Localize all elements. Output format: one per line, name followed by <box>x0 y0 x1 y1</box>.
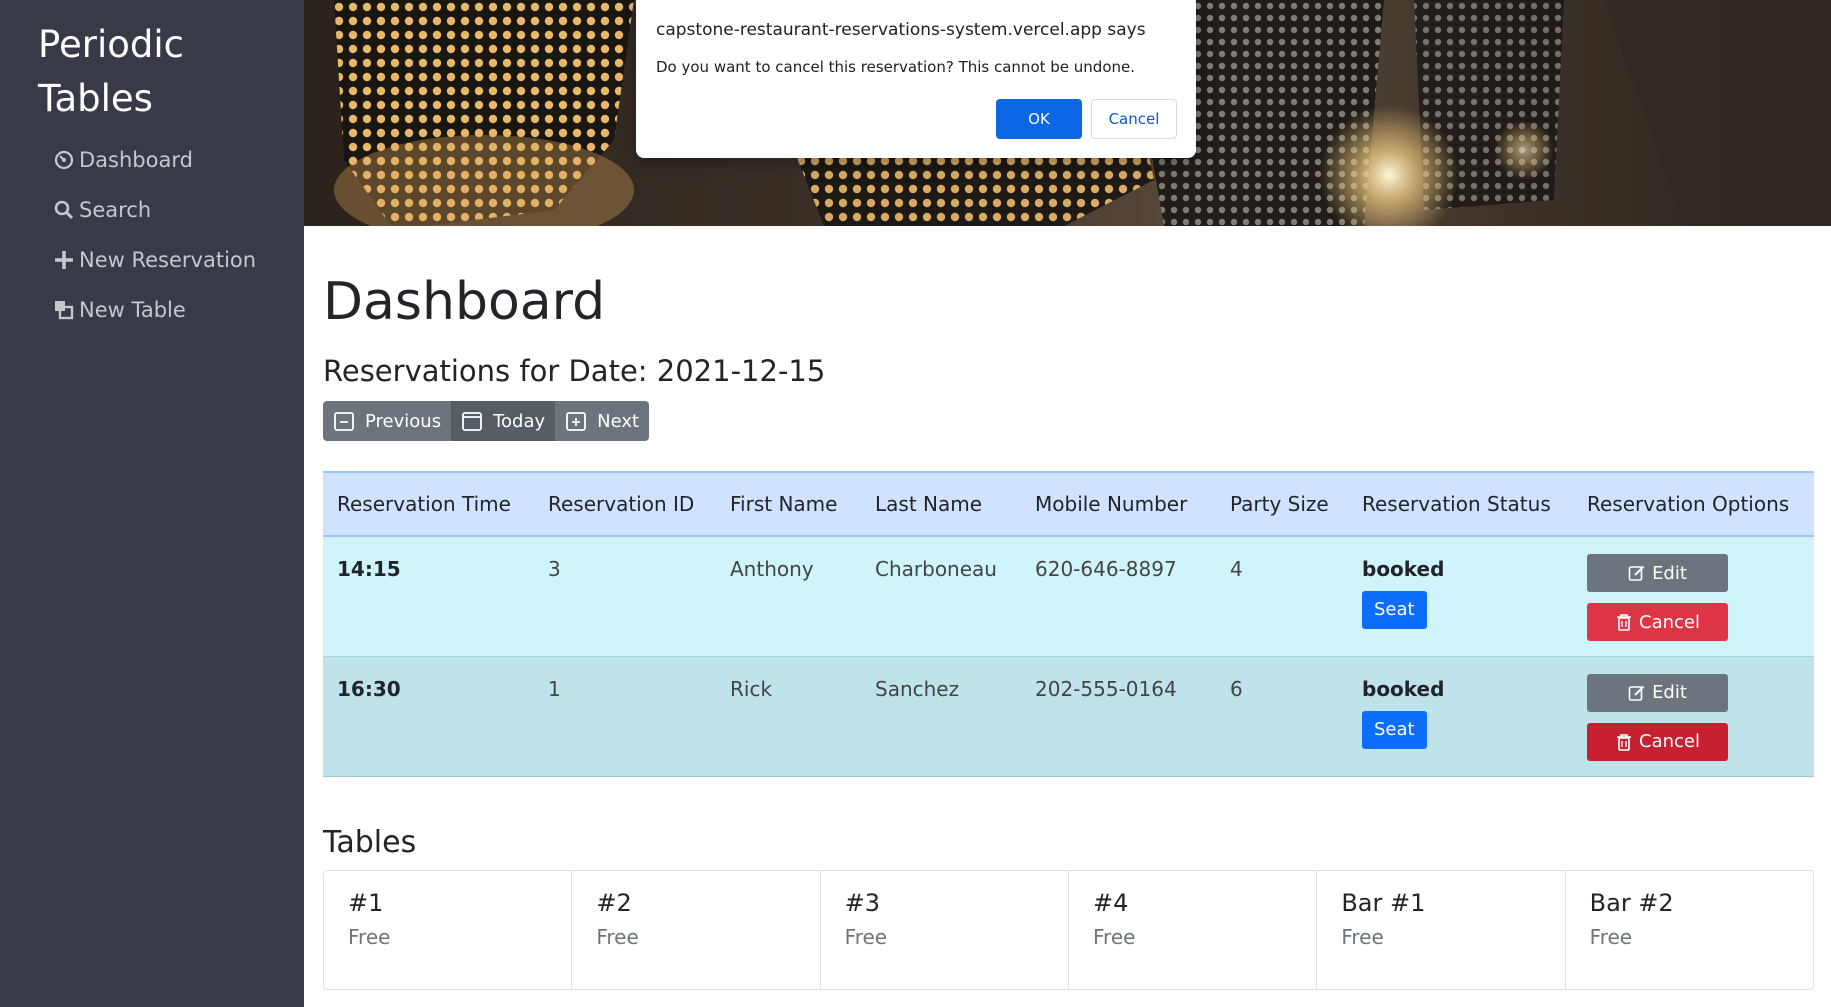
tables-grid: #1 Free #2 Free #3 Free #4 Free Bar #1 F… <box>323 870 1814 990</box>
calendar-icon <box>461 410 483 432</box>
status-badge: booked <box>1362 557 1445 581</box>
first-name: Rick <box>716 656 861 777</box>
dashboard-icon <box>52 148 76 172</box>
table-row: 16:30 1 Rick Sanchez 202-555-0164 6 book… <box>323 656 1814 777</box>
seat-button[interactable]: Seat <box>1362 591 1427 629</box>
edit-label: Edit <box>1652 562 1687 584</box>
confirm-dialog: capstone-restaurant-reservations-system.… <box>636 0 1196 158</box>
mobile-number: 620-646-8897 <box>1021 536 1216 657</box>
first-name: Anthony <box>716 536 861 657</box>
table-card: #1 Free <box>324 871 573 989</box>
table-status: Free <box>596 925 639 949</box>
previous-date-button[interactable]: Previous <box>323 401 452 441</box>
dialog-cancel-button[interactable]: Cancel <box>1091 99 1177 139</box>
search-icon <box>52 198 76 222</box>
table-status: Free <box>1341 925 1384 949</box>
mobile-number: 202-555-0164 <box>1021 656 1216 777</box>
cancel-reservation-button[interactable]: Cancel <box>1587 603 1728 641</box>
column-header: Reservation Time <box>323 471 534 537</box>
next-date-button[interactable]: Next <box>555 401 650 441</box>
column-header: Reservation ID <box>534 471 716 537</box>
table-header-row: Reservation Time Reservation ID First Na… <box>323 471 1814 537</box>
reservation-time: 14:15 <box>323 536 534 657</box>
today-button[interactable]: Today <box>451 401 556 441</box>
main-content: Dashboard Reservations for Date: 2021-12… <box>304 226 1831 1007</box>
tables-icon <box>52 298 76 322</box>
next-label: Next <box>597 410 640 432</box>
column-header: Party Size <box>1216 471 1348 537</box>
seat-button[interactable]: Seat <box>1362 710 1427 749</box>
sidebar-item-label: Search <box>79 198 152 222</box>
sidebar-item-label: New Table <box>79 298 186 322</box>
page-title: Dashboard <box>323 272 606 332</box>
sidebar-item-label: New Reservation <box>79 248 257 272</box>
party-size: 6 <box>1216 656 1348 777</box>
edit-button[interactable]: Edit <box>1587 554 1728 592</box>
tables-heading: Tables <box>323 825 417 860</box>
table-name: #3 <box>844 889 881 917</box>
column-header: Mobile Number <box>1021 471 1216 537</box>
column-header: Last Name <box>861 471 1021 537</box>
table-card: Bar #1 Free <box>1317 871 1566 989</box>
table-status: Free <box>1092 925 1136 949</box>
reservations-table: Reservation Time Reservation ID First Na… <box>323 471 1814 777</box>
sidebar-item-dashboard[interactable]: Dashboard <box>52 135 256 185</box>
calendar-plus-icon <box>565 410 587 432</box>
trash-icon <box>1615 613 1633 631</box>
reservation-id: 1 <box>534 656 716 777</box>
last-name: Charboneau <box>861 536 1021 657</box>
cancel-reservation-button[interactable]: Cancel <box>1587 722 1728 761</box>
table-card: #4 Free <box>1069 871 1318 989</box>
table-card: Bar #2 Free <box>1566 871 1813 989</box>
reservation-id: 3 <box>534 536 716 657</box>
table-name: #1 <box>348 889 384 917</box>
cancel-label: Cancel <box>1639 611 1700 633</box>
sidebar-item-search[interactable]: Search <box>52 185 256 235</box>
reservation-time: 16:30 <box>323 656 534 777</box>
previous-label: Previous <box>365 410 442 432</box>
table-name: Bar #2 <box>1589 889 1674 917</box>
column-header: First Name <box>716 471 861 537</box>
dialog-ok-button[interactable]: OK <box>996 99 1082 139</box>
table-status: Free <box>1589 925 1633 949</box>
edit-icon <box>1628 684 1646 702</box>
column-header: Reservation Options <box>1573 471 1814 537</box>
dialog-message: Do you want to cancel this reservation? … <box>656 58 1136 76</box>
calendar-minus-icon <box>333 410 355 432</box>
dialog-title: capstone-restaurant-reservations-system.… <box>656 20 1146 40</box>
options-cell: Edit Cancel <box>1573 536 1814 657</box>
table-name: Bar #1 <box>1341 889 1426 917</box>
status-badge: booked <box>1362 676 1445 701</box>
edit-icon <box>1628 564 1646 582</box>
sidebar-nav: Dashboard Search New Reservation New Tab… <box>52 135 256 335</box>
table-name: #2 <box>596 889 632 917</box>
today-label: Today <box>493 410 546 432</box>
table-row: 14:15 3 Anthony Charboneau 620-646-8897 … <box>323 536 1814 657</box>
date-navigation: Previous Today Next <box>323 401 650 441</box>
table-status: Free <box>348 925 391 949</box>
table-card: #3 Free <box>821 871 1069 989</box>
party-size: 4 <box>1216 536 1348 657</box>
edit-button[interactable]: Edit <box>1587 673 1728 712</box>
trash-icon <box>1615 733 1633 751</box>
sidebar-item-new-reservation[interactable]: New Reservation <box>52 235 256 285</box>
options-cell: Edit Cancel <box>1573 656 1814 777</box>
brand-title[interactable]: Periodic Tables <box>38 18 288 126</box>
status-cell: booked Seat <box>1348 536 1573 657</box>
sidebar-item-new-table[interactable]: New Table <box>52 285 256 335</box>
sidebar: Periodic Tables Dashboard Search New Res… <box>0 0 304 1007</box>
table-name: #4 <box>1092 889 1129 917</box>
status-cell: booked Seat <box>1348 656 1573 777</box>
last-name: Sanchez <box>861 656 1021 777</box>
edit-label: Edit <box>1652 682 1687 703</box>
table-status: Free <box>844 925 888 949</box>
cancel-label: Cancel <box>1639 731 1700 752</box>
date-heading: Reservations for Date: 2021-12-15 <box>323 354 826 388</box>
plus-icon <box>52 248 76 272</box>
sidebar-item-label: Dashboard <box>79 148 193 172</box>
table-card: #2 Free <box>572 871 821 989</box>
column-header: Reservation Status <box>1348 471 1573 537</box>
